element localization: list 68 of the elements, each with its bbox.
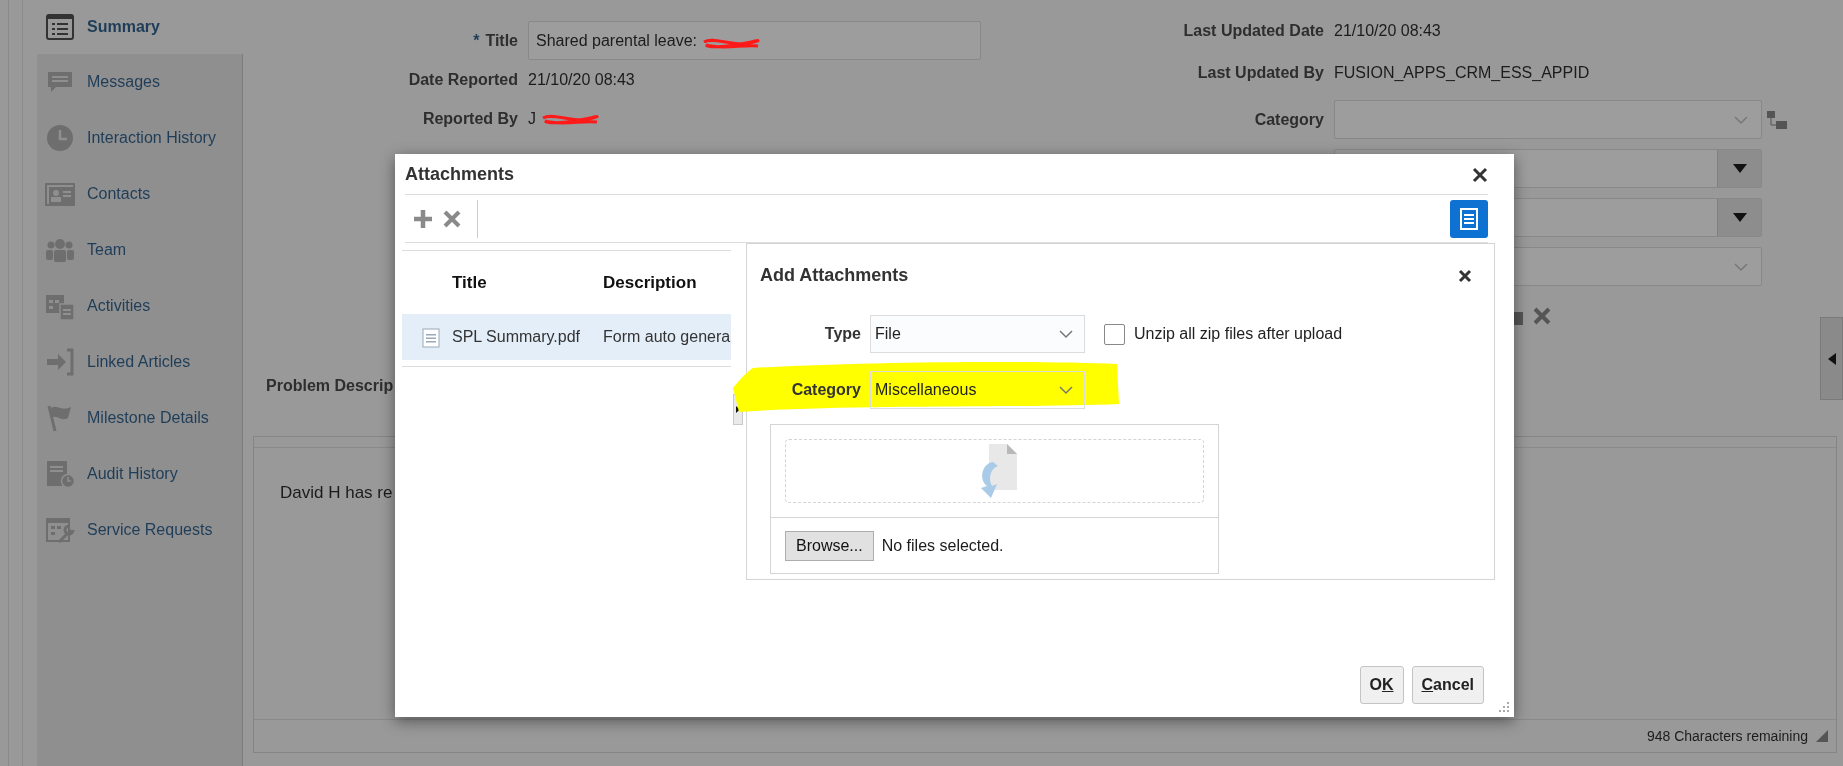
required-mark: * [473, 31, 480, 49]
sidebar-item[interactable]: Messages [37, 54, 242, 110]
title-field[interactable]: Shared parental leave: [528, 21, 981, 60]
sidebar-item[interactable]: Interaction History [37, 110, 242, 166]
sidebar-item[interactable]: Summary [37, 0, 243, 54]
arrow-bracket-icon [45, 347, 75, 377]
chevron-down-icon [1733, 261, 1749, 272]
document-icon [422, 327, 440, 348]
wrench-document-icon [45, 515, 75, 545]
checkbox-label: Unzip all zip files after upload [1134, 324, 1343, 344]
document-clock-icon [45, 459, 75, 489]
plus-icon [413, 209, 433, 230]
field-label: Reported By [421, 108, 519, 129]
select-field[interactable]: File [870, 315, 1085, 353]
resize-icon [1816, 730, 1828, 742]
field-label: Title [485, 31, 518, 49]
dialog-button[interactable]: Cancel [1411, 666, 1484, 704]
close-icon [443, 210, 461, 229]
chevron-down-icon [1058, 385, 1074, 395]
field-label: Last Updated Date [1182, 21, 1325, 41]
checkbox[interactable] [1104, 323, 1125, 345]
panel-title: Add Attachments [760, 263, 909, 287]
field-value: J [528, 109, 536, 127]
chevron-down-icon [1733, 114, 1749, 125]
column-header: Title [452, 272, 487, 292]
character-counter: 948 Characters remaining [1646, 726, 1808, 746]
sidebar-item[interactable]: Milestone Details [37, 390, 242, 446]
panel-toggle[interactable] [1820, 317, 1843, 400]
triangle-down-icon [1732, 213, 1747, 222]
sidebar-item[interactable]: Linked Articles [37, 334, 242, 390]
list-icon [1460, 207, 1478, 230]
triangle-right-icon [736, 406, 740, 413]
close-icon [1472, 166, 1488, 183]
file-status: No files selected. [881, 535, 1004, 556]
sidebar-item[interactable]: Team [37, 222, 242, 278]
section-label: Problem Descrip [266, 376, 394, 396]
triangle-down-icon [1732, 164, 1747, 173]
close-icon[interactable] [1532, 305, 1552, 326]
chevron-down-icon [1058, 329, 1074, 339]
clock-icon [45, 123, 75, 153]
field-label: Last Updated By [1196, 63, 1325, 83]
column-header: Description [603, 272, 697, 292]
select-field[interactable] [1334, 100, 1762, 139]
sidebar-item[interactable]: Service Requests [37, 502, 242, 558]
field-label: Category [1253, 109, 1325, 130]
description-text: David H has re [280, 483, 393, 502]
dialog-button[interactable]: OK [1359, 666, 1404, 704]
field-value: 21/10/20 08:43 [1334, 22, 1441, 39]
field-label: Category [790, 380, 862, 400]
list-view-button[interactable] [1450, 199, 1488, 238]
dialog-title: Attachments [405, 162, 515, 186]
field-label: Date Reported [407, 69, 519, 90]
triangle-left-icon [1827, 352, 1836, 365]
sidebar-item[interactable]: Contacts [37, 166, 242, 222]
select-field[interactable]: Miscellaneous [870, 371, 1085, 409]
list-icon [45, 12, 75, 42]
table-row[interactable]: SPL Summary.pdf Form auto genera [402, 314, 731, 360]
close-icon [1458, 268, 1472, 283]
table-cell: SPL Summary.pdf [452, 328, 581, 345]
sidebar-item[interactable]: Activities [37, 278, 242, 334]
sidebar-item[interactable]: Audit History [37, 446, 242, 502]
field-label: Type [823, 324, 862, 344]
browse-button[interactable]: Browse... [785, 530, 874, 561]
resize-grip-icon [1498, 701, 1510, 713]
table-cell: Form auto genera [603, 328, 731, 345]
field-value: FUSION_APPS_CRM_ESS_APPID [1334, 64, 1590, 81]
field-value: 21/10/20 08:43 [528, 70, 635, 88]
hierarchy-icon [1766, 110, 1788, 131]
